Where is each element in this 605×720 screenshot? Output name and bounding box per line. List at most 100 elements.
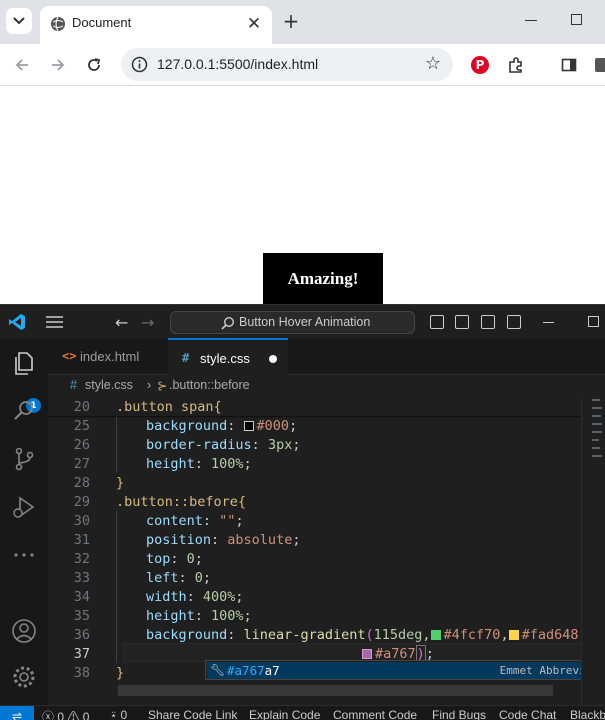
code-line-29[interactable]: 29 .button::before{	[48, 494, 588, 513]
search-icon	[221, 316, 235, 330]
pinterest-icon: P	[471, 56, 489, 74]
command-center-label: Button Hover Animation	[239, 315, 371, 329]
new-tab-button[interactable]: +	[280, 9, 302, 33]
back-button[interactable]	[10, 53, 34, 77]
tab-search-button[interactable]	[6, 8, 32, 34]
color-swatch[interactable]	[508, 630, 519, 640]
forward-button[interactable]	[46, 53, 70, 77]
more-views-icon[interactable]	[11, 542, 37, 568]
browser-toolbar: 127.0.0.1:5500/index.html ☆ P	[0, 44, 605, 86]
css-file-icon: #	[70, 378, 77, 392]
activity-bar: 1	[0, 338, 48, 705]
account-icon[interactable]	[11, 618, 37, 644]
arrow-right-icon	[52, 59, 65, 71]
horizontal-scrollbar[interactable]	[118, 685, 553, 696]
code-line-33[interactable]: 33 left: 0;	[48, 570, 588, 589]
tab-close-icon[interactable]: ✕	[244, 14, 264, 34]
css-file-icon: #	[182, 351, 190, 365]
address-bar[interactable]: 127.0.0.1:5500/index.html ☆	[121, 48, 453, 81]
editor-tabs: <> index.html # style.css	[48, 338, 605, 375]
code-line-27[interactable]: 27 height: 100%;	[48, 456, 588, 475]
code-line-36[interactable]: 36 background: linear-gradient(115deg, #4f…	[48, 627, 588, 646]
vscode-titlebar: ← → Button Hover Animation	[0, 304, 605, 338]
tab-label: index.html	[80, 349, 140, 364]
code-line-25[interactable]: 25 background: #000;	[48, 418, 588, 437]
chevron-right-icon: ›	[147, 378, 152, 392]
minimap[interactable]	[581, 397, 605, 705]
side-panel-icon	[561, 58, 577, 72]
remote-indicator[interactable]: ⇌	[0, 706, 34, 720]
suggestion-item[interactable]: 🔧︎ #a767a7 Emmet Abbreviat	[207, 662, 603, 679]
autocomplete-widget: 🔧︎ #a767a7 Emmet Abbreviat	[205, 660, 605, 680]
breadcrumb-file[interactable]: style.css	[85, 378, 133, 392]
source-control-icon[interactable]	[11, 446, 37, 472]
tab-title: Document	[72, 15, 132, 30]
toggle-primary-sidebar-icon[interactable]	[430, 315, 444, 329]
menu-icon[interactable]	[46, 316, 63, 328]
color-swatch[interactable]	[430, 630, 441, 640]
code-line-31[interactable]: 31 position: absolute;	[48, 532, 588, 551]
page-viewport: Amazing!	[0, 87, 605, 304]
browser-tabstrip: Document ✕ +	[0, 0, 605, 44]
amazing-button[interactable]: Amazing!	[263, 253, 383, 304]
toggle-panel-icon[interactable]	[455, 315, 469, 329]
breadcrumb-symbol[interactable]: .button::before	[169, 378, 250, 392]
settings-gear-icon[interactable]	[11, 664, 37, 690]
wrench-icon: 🔧︎	[210, 663, 226, 677]
tab-index-html[interactable]: <> index.html	[48, 338, 168, 375]
ports-indicator[interactable]: ⍣ 0	[110, 708, 127, 720]
chevron-down-icon	[13, 17, 25, 25]
minimize-icon[interactable]	[525, 20, 537, 21]
unsaved-dot-icon[interactable]	[269, 355, 277, 363]
arrow-left-icon	[15, 59, 28, 71]
status-bar: ⇌ ⓧ 0 ⚠ 0 ⍣ 0 Share Code Link Explain Co…	[0, 705, 605, 720]
command-center[interactable]: Button Hover Animation	[170, 311, 415, 334]
bookmark-star-icon[interactable]: ☆	[425, 53, 441, 74]
code-line-35[interactable]: 35 height: 100%;	[48, 608, 588, 627]
vscode-window: ← → Button Hover Animation 1 <> index.ht…	[0, 304, 605, 720]
code-line-30[interactable]: 30 content: "";	[48, 513, 588, 532]
breadcrumb: # style.css › ⊱ .button::before	[48, 375, 605, 397]
vscode-logo-icon	[9, 314, 25, 330]
html-file-icon: <>	[62, 349, 77, 363]
site-info-icon[interactable]	[131, 56, 148, 73]
error-icon: ⓧ	[42, 710, 55, 720]
browser-tab[interactable]: Document ✕	[40, 6, 272, 44]
url-text[interactable]: 127.0.0.1:5500/index.html	[157, 56, 318, 72]
search-view-icon[interactable]	[11, 398, 37, 424]
problems-indicator[interactable]: ⓧ 0 ⚠ 0	[42, 708, 89, 720]
run-debug-icon[interactable]	[11, 494, 37, 520]
toggle-secondary-sidebar-icon[interactable]	[481, 315, 495, 329]
globe-icon	[51, 16, 65, 32]
extension-icon-partial[interactable]	[590, 53, 605, 77]
code-line-28[interactable]: 28}	[48, 475, 588, 494]
extension-grid-icon	[595, 58, 605, 72]
forward-arrow-icon[interactable]: →	[141, 313, 154, 332]
status-find-bugs[interactable]: Find Bugs	[432, 708, 486, 720]
code-line-34[interactable]: 34 width: 400%;	[48, 589, 588, 608]
status-explain-code[interactable]: Explain Code	[249, 708, 320, 720]
code-editor[interactable]: 20 .button span{ 25 background: #000; 26 bo…	[48, 397, 605, 705]
vscode-maximize-icon[interactable]	[588, 316, 599, 327]
maximize-icon[interactable]	[571, 14, 582, 25]
color-swatch[interactable]	[362, 649, 372, 659]
back-arrow-icon[interactable]: ←	[115, 313, 128, 332]
vscode-minimize-icon[interactable]	[543, 322, 554, 323]
side-panel-button[interactable]	[557, 53, 581, 77]
explorer-icon[interactable]	[11, 350, 37, 376]
code-line-26[interactable]: 26 border-radius: 3px;	[48, 437, 588, 456]
code-line-32[interactable]: 32 top: 0;	[48, 551, 588, 570]
color-swatch[interactable]	[243, 421, 254, 431]
extensions-button[interactable]	[504, 53, 528, 77]
status-blackbox[interactable]: Blackb	[570, 708, 605, 720]
reload-icon	[88, 58, 101, 71]
warning-icon: ⚠	[67, 710, 80, 720]
tab-label: style.css	[200, 351, 250, 366]
status-code-chat[interactable]: Code Chat	[499, 708, 556, 720]
pinterest-extension-button[interactable]: P	[468, 53, 492, 77]
status-comment-code[interactable]: Comment Code	[333, 708, 417, 720]
reload-button[interactable]	[82, 53, 106, 77]
tab-style-css[interactable]: # style.css	[168, 338, 288, 375]
status-share-code-link[interactable]: Share Code Link	[148, 708, 237, 720]
customize-layout-icon[interactable]	[507, 315, 521, 329]
